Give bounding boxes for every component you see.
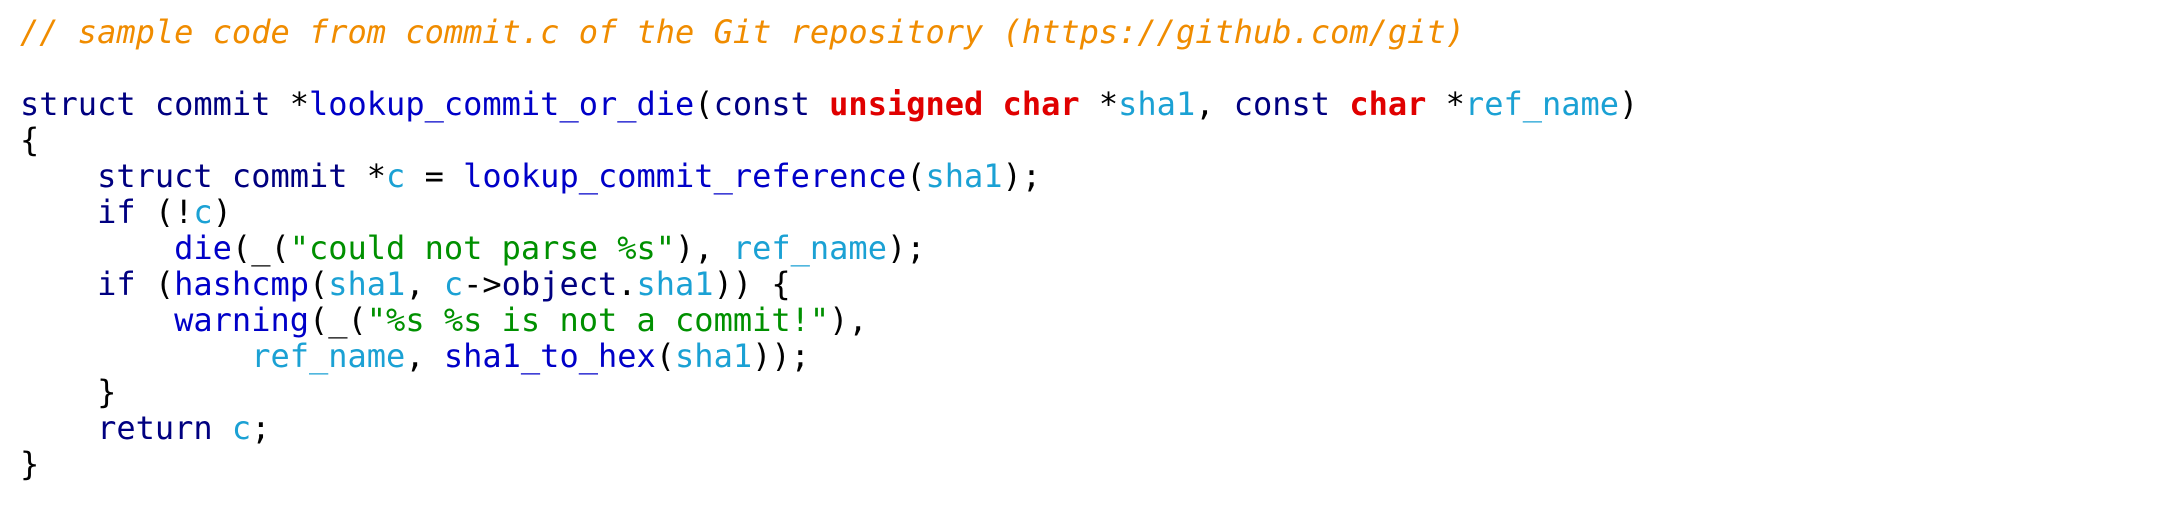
code-token: if <box>97 193 136 231</box>
code-token: * <box>1426 85 1465 123</box>
code-token: lookup_commit_reference <box>463 157 907 195</box>
code-token: ) <box>1619 85 1639 123</box>
code-line: if (!c) <box>20 194 1638 230</box>
code-token: ); <box>886 229 926 267</box>
code-token: object <box>501 265 618 303</box>
code-token: commit <box>231 157 348 195</box>
code-token: ); <box>1002 157 1042 195</box>
code-token: const <box>1233 85 1331 123</box>
code-token: const <box>713 85 810 123</box>
code-line: ref_name, sha1_to_hex(sha1)); <box>20 338 1638 374</box>
code-token: (! <box>135 193 194 231</box>
code-token: "%s %s is not a commit!" <box>366 301 830 339</box>
code-token: ) <box>212 193 232 231</box>
code-token: sha1 <box>636 265 714 303</box>
code-token: char <box>1349 85 1427 123</box>
code-token: c <box>386 157 406 195</box>
code-token: c <box>443 265 464 303</box>
code-line: if (hashcmp(sha1, c->object.sha1)) { <box>20 266 1638 302</box>
code-line: warning(_("%s %s is not a commit!"), <box>20 302 1638 338</box>
code-token: )); <box>752 337 810 375</box>
code-token: , <box>405 265 444 303</box>
code-token: struct <box>97 157 213 195</box>
code-token: -> <box>463 265 502 303</box>
code-token: . <box>617 265 637 303</box>
code-token: * <box>1079 85 1119 123</box>
code-token: = <box>405 157 464 195</box>
code-token: sha1_to_hex <box>443 337 656 375</box>
code-token: ( <box>906 157 926 195</box>
code-token: * <box>270 85 309 123</box>
code-token: ref_name <box>732 229 887 267</box>
code-token: ( <box>135 265 175 303</box>
code-token: sha1 <box>1118 85 1196 123</box>
code-token: hashcmp <box>174 265 309 303</box>
code-token: ), <box>829 301 868 339</box>
code-line: struct commit *lookup_commit_or_die(cons… <box>20 86 1638 122</box>
code-token: (_( <box>231 229 290 267</box>
code-line: die(_("could not parse %s"), ref_name); <box>20 230 1638 266</box>
code-token: ; <box>251 409 271 447</box>
code-token: struct <box>20 85 136 123</box>
code-line: { <box>20 122 1638 158</box>
code-line: struct commit *c = lookup_commit_referen… <box>20 158 1638 194</box>
code-token: return <box>97 409 213 447</box>
code-token: * <box>347 157 387 195</box>
code-token: ( <box>308 265 329 303</box>
code-block: // sample code from commit.c of the Git … <box>20 14 1638 482</box>
code-token: sha1 <box>925 157 1003 195</box>
code-token: c <box>193 193 213 231</box>
code-token: if <box>97 265 136 303</box>
code-token: sha1 <box>328 265 406 303</box>
code-line: // sample code from commit.c of the Git … <box>20 14 1638 50</box>
code-token: )) { <box>713 265 791 303</box>
code-token: ref_name <box>1464 85 1620 123</box>
code-token: c <box>231 409 252 447</box>
code-token: } <box>20 373 117 411</box>
code-token: ( <box>694 85 714 123</box>
code-token: } <box>20 445 40 483</box>
code-token: (_( <box>308 301 367 339</box>
code-token: { <box>20 121 40 159</box>
code-line: return c; <box>20 410 1638 446</box>
code-token: , <box>405 337 444 375</box>
code-token: "could not parse %s" <box>289 229 676 267</box>
code-token: ( <box>655 337 676 375</box>
code-line: } <box>20 374 1638 410</box>
code-token: die <box>174 229 232 267</box>
code-token: sha1 <box>675 337 753 375</box>
code-comment: // sample code from commit.c of the Git … <box>20 13 1465 51</box>
code-token: commit <box>154 85 271 123</box>
code-line: } <box>20 446 1638 482</box>
code-token: warning <box>174 301 309 339</box>
code-token: lookup_commit_or_die <box>308 85 695 123</box>
code-token: ref_name <box>251 337 406 375</box>
code-token: ), <box>675 229 733 267</box>
code-token: unsigned char <box>829 85 1080 123</box>
code-token: , <box>1195 85 1234 123</box>
